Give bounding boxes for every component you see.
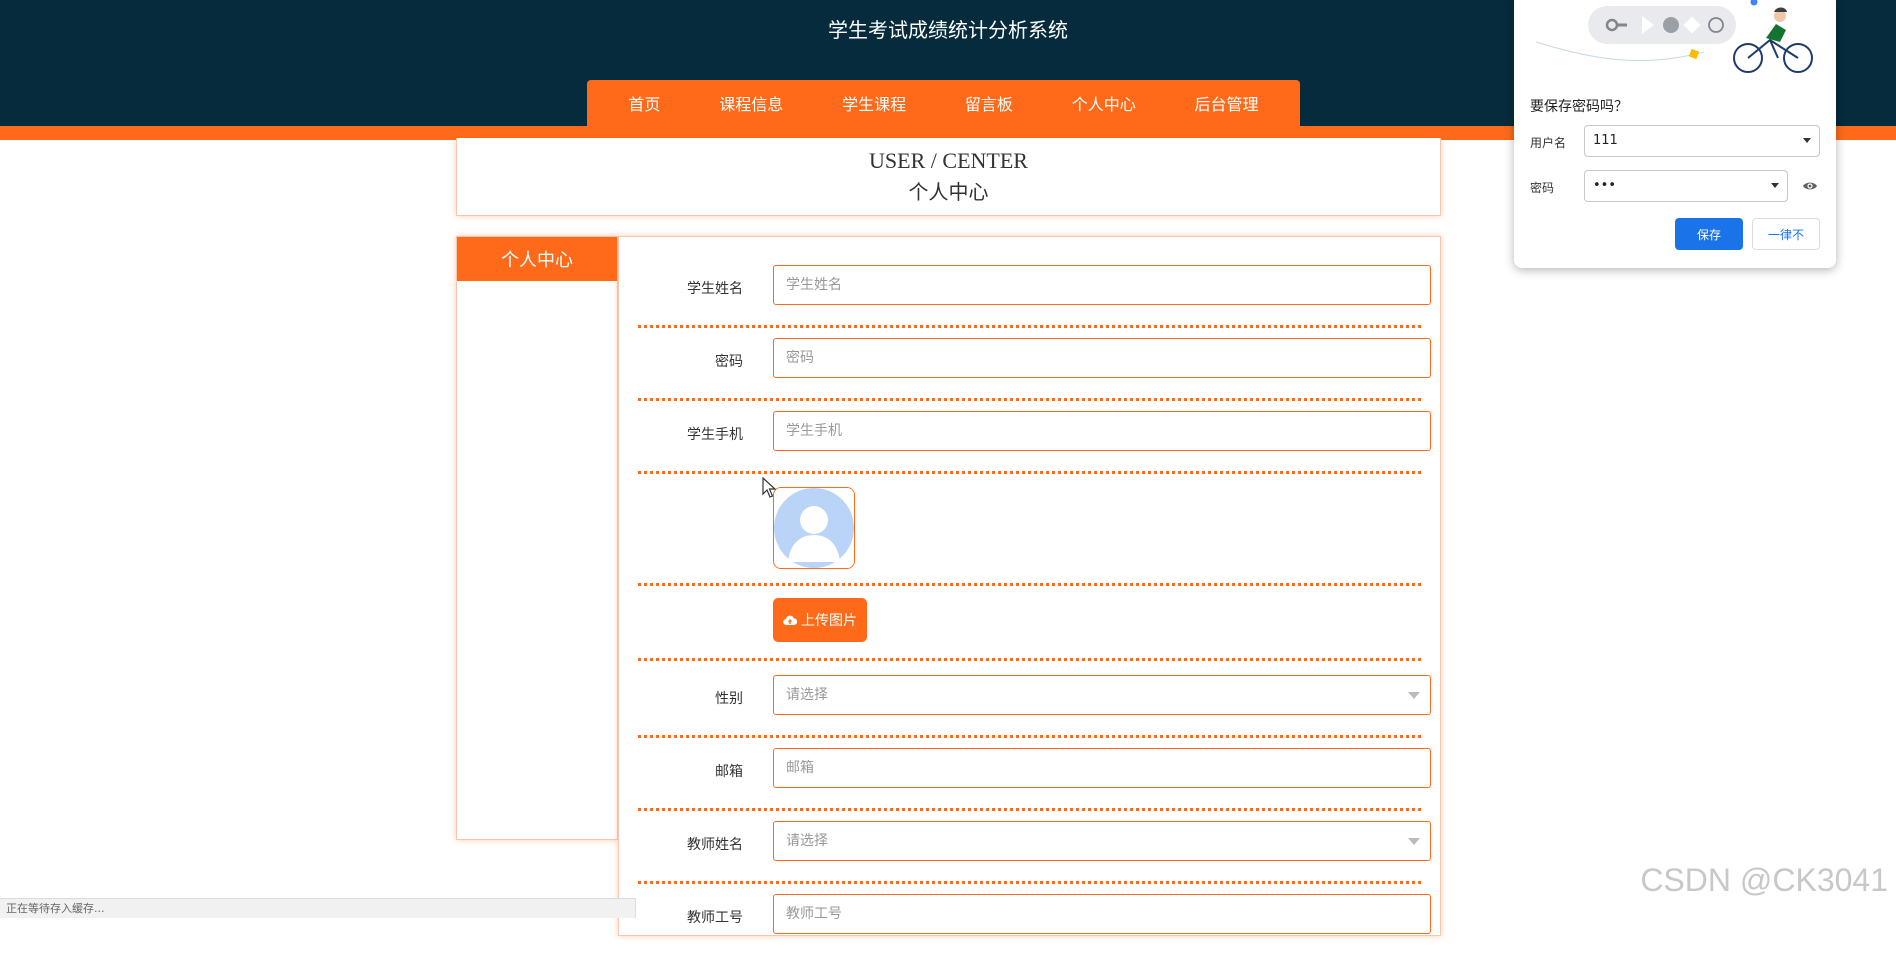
sidebar-item-user-center[interactable]: 个人中心 <box>457 237 617 281</box>
caret-down-icon <box>1771 183 1779 188</box>
password-label: 密码 <box>1530 181 1555 195</box>
form-row-teacher-name: 教师姓名 请选择 <box>638 821 1431 884</box>
form-row-upload: 上传图片 <box>638 598 1421 661</box>
avatar-preview[interactable] <box>773 487 855 569</box>
student-phone-input[interactable]: 学生手机 <box>773 411 1431 451</box>
mouse-cursor-icon <box>762 477 776 498</box>
page-title-cn: 个人中心 <box>908 182 989 204</box>
teacher-name-select-placeholder: 请选择 <box>786 833 828 849</box>
password-input[interactable]: 密码 <box>773 338 1431 378</box>
profile-form: 学生姓名 学生姓名 密码 密码 学生手机 学生手机 上传图片 性别 请选择 邮箱… <box>618 236 1441 936</box>
nav-item-student-courses[interactable]: 学生课程 <box>842 91 906 115</box>
field-label: 性别 <box>715 691 743 707</box>
cloud-upload-icon <box>783 615 797 626</box>
save-password-dialog: 要保存密码吗？ 用户名 111 密码 ••• 保存 一律不 <box>1514 0 1836 268</box>
never-save-button[interactable]: 一律不 <box>1752 218 1820 250</box>
teacher-name-select[interactable]: 请选择 <box>773 821 1431 861</box>
field-label: 教师工号 <box>687 910 743 926</box>
form-row-student-name: 学生姓名 学生姓名 <box>638 265 1431 328</box>
nav-item-home[interactable]: 首页 <box>628 91 660 115</box>
main-nav: 首页 课程信息 学生课程 留言板 个人中心 后台管理 <box>587 80 1300 126</box>
student-name-input[interactable]: 学生姓名 <box>773 265 1431 305</box>
chevron-down-icon <box>1408 692 1420 699</box>
form-row-student-phone: 学生手机 学生手机 <box>638 411 1431 474</box>
field-label: 学生手机 <box>687 427 743 443</box>
form-row-gender: 性别 请选择 <box>638 675 1431 738</box>
upload-image-label: 上传图片 <box>801 613 857 629</box>
nav-item-user-center[interactable]: 个人中心 <box>1072 91 1136 115</box>
show-password-eye-icon[interactable] <box>1802 180 1818 192</box>
page-title-banner: USER / CENTER 个人中心 <box>456 138 1441 216</box>
gender-select-placeholder: 请选择 <box>786 687 828 703</box>
sidebar: 个人中心 <box>456 236 618 840</box>
field-label: 教师姓名 <box>687 837 743 853</box>
teacher-id-input[interactable]: 教师工号 <box>773 894 1431 934</box>
nav-item-course-info[interactable]: 课程信息 <box>719 91 783 115</box>
field-label: 邮箱 <box>715 764 743 780</box>
watermark: CSDN @CK3041 <box>1640 862 1888 898</box>
username-label: 用户名 <box>1530 136 1567 150</box>
gender-select[interactable]: 请选择 <box>773 675 1431 715</box>
upload-image-button[interactable]: 上传图片 <box>773 598 867 642</box>
user-silhouette-icon <box>774 488 854 568</box>
field-label: 学生姓名 <box>687 281 743 297</box>
field-label: 密码 <box>715 354 743 370</box>
email-input[interactable]: 邮箱 <box>773 748 1431 788</box>
password-value: ••• <box>1593 178 1617 193</box>
save-password-button[interactable]: 保存 <box>1675 218 1743 250</box>
form-row-email: 邮箱 邮箱 <box>638 748 1431 811</box>
form-row-avatar <box>638 487 1421 586</box>
username-select[interactable]: 111 <box>1584 125 1820 157</box>
caret-down-icon <box>1803 138 1811 143</box>
nav-item-admin[interactable]: 后台管理 <box>1195 91 1259 115</box>
nav-item-message-board[interactable]: 留言板 <box>965 91 1013 115</box>
page-title-en: USER / CENTER <box>869 148 1028 173</box>
browser-status-bar: 正在等待存入缓存... <box>0 898 636 918</box>
form-row-teacher-id: 教师工号 教师工号 <box>638 894 1431 954</box>
password-select[interactable]: ••• <box>1584 170 1788 202</box>
form-row-password: 密码 密码 <box>638 338 1431 401</box>
save-password-title: 要保存密码吗？ <box>1530 99 1628 115</box>
password-illustration-icon <box>1535 0 1813 73</box>
username-value: 111 <box>1593 133 1618 148</box>
chevron-down-icon <box>1408 838 1420 845</box>
